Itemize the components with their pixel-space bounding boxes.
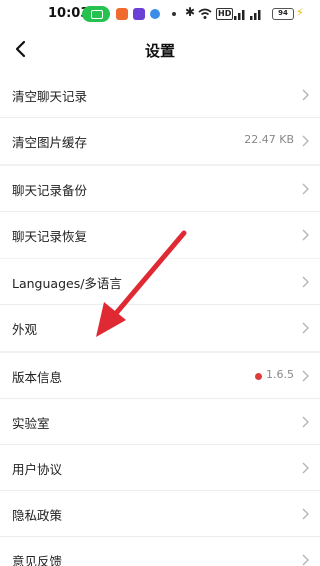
dot-icon bbox=[172, 12, 176, 16]
chevron-right-icon bbox=[302, 416, 309, 428]
charging-icon: ⚡ bbox=[296, 6, 304, 19]
phone-pill-icon bbox=[82, 6, 110, 22]
signal-icon bbox=[234, 10, 261, 20]
chevron-right-icon bbox=[302, 554, 309, 566]
header: 设置 bbox=[0, 28, 320, 72]
languages-row[interactable]: Languages/多语言 bbox=[0, 259, 320, 305]
status-bar: 10:03 ✱ HD 94 ⚡ bbox=[0, 0, 320, 28]
row-label: Languages/多语言 bbox=[12, 276, 122, 291]
battery-icon: 94 bbox=[272, 8, 294, 20]
lab-row[interactable]: 实验室 bbox=[0, 399, 320, 445]
chevron-right-icon bbox=[302, 89, 309, 101]
row-label: 用户协议 bbox=[12, 462, 63, 477]
app-icon-blue bbox=[150, 9, 160, 19]
chat-restore-row[interactable]: 聊天记录恢复 bbox=[0, 212, 320, 258]
clear-image-cache-row[interactable]: 清空图片缓存 22.47 KB bbox=[0, 118, 320, 164]
hd-icon: HD bbox=[216, 8, 234, 20]
row-label: 外观 bbox=[12, 322, 38, 337]
row-label: 聊天记录备份 bbox=[12, 183, 88, 198]
chevron-right-icon bbox=[302, 462, 309, 474]
update-badge bbox=[255, 373, 262, 380]
feedback-row[interactable]: 意见反馈 bbox=[0, 537, 320, 566]
chevron-right-icon bbox=[302, 276, 309, 288]
row-label: 意见反馈 bbox=[12, 554, 63, 566]
chevron-right-icon bbox=[302, 183, 309, 195]
app-icon-purple bbox=[133, 8, 145, 20]
privacy-policy-row[interactable]: 隐私政策 bbox=[0, 491, 320, 537]
chevron-right-icon bbox=[302, 135, 309, 147]
settings-group-data: 清空聊天记录 清空图片缓存 22.47 KB bbox=[0, 72, 320, 164]
settings-group-about: 版本信息 1.6.5 实验室 用户协议 隐私政策 意见反馈 bbox=[0, 353, 320, 566]
cache-size-value: 22.47 KB bbox=[244, 133, 294, 146]
chevron-right-icon bbox=[302, 370, 309, 382]
version-value: 1.6.5 bbox=[266, 368, 294, 381]
settings-group-backup: 聊天记录备份 聊天记录恢复 bbox=[0, 166, 320, 258]
chat-backup-row[interactable]: 聊天记录备份 bbox=[0, 166, 320, 212]
wifi-icon bbox=[198, 8, 212, 19]
settings-group-display: Languages/多语言 外观 bbox=[0, 259, 320, 351]
version-info-row[interactable]: 版本信息 1.6.5 bbox=[0, 353, 320, 399]
clear-chat-history-row[interactable]: 清空聊天记录 bbox=[0, 72, 320, 118]
page-title: 设置 bbox=[144, 42, 175, 60]
row-label: 聊天记录恢复 bbox=[12, 229, 88, 244]
chevron-right-icon bbox=[302, 508, 309, 520]
chevron-right-icon bbox=[302, 322, 309, 334]
user-agreement-row[interactable]: 用户协议 bbox=[0, 445, 320, 491]
bluetooth-icon: ✱ bbox=[185, 5, 196, 19]
row-label: 版本信息 bbox=[12, 370, 63, 385]
app-icon-orange bbox=[116, 8, 128, 20]
row-label: 清空图片缓存 bbox=[12, 135, 88, 150]
appearance-row[interactable]: 外观 bbox=[0, 305, 320, 351]
row-label: 隐私政策 bbox=[12, 508, 63, 523]
row-label: 实验室 bbox=[12, 416, 50, 431]
row-label: 清空聊天记录 bbox=[12, 89, 88, 104]
chevron-right-icon bbox=[302, 229, 309, 241]
